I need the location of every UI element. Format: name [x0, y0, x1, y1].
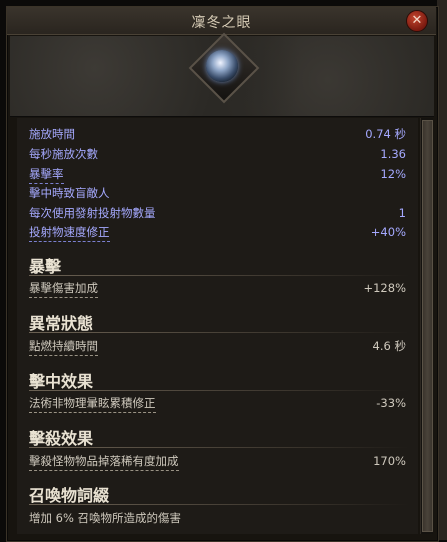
- skill-banner: [10, 32, 434, 117]
- stat-value: 1: [398, 206, 406, 220]
- stat-row: 每秒施放次數 1.36: [29, 145, 406, 163]
- section-row: 增加 6% 召喚物所造成的傷害: [29, 509, 406, 527]
- section-row-value: 170%: [373, 454, 406, 468]
- stat-row: 投射物速度修正 +40%: [29, 223, 406, 242]
- section-row-label[interactable]: 法術非物理暈眩累積修正: [29, 394, 156, 413]
- skill-icon-frame: [188, 32, 260, 104]
- scrollbar-thumb[interactable]: [422, 120, 433, 532]
- stat-value: 12%: [380, 167, 406, 181]
- section-row: 擊殺怪物物品掉落稀有度加成 170%: [29, 452, 406, 471]
- section-title-ailment: 異常狀態: [29, 314, 94, 333]
- section-row-label[interactable]: 點燃持續時間: [29, 337, 98, 356]
- section-divider: [29, 447, 409, 448]
- section-row-label[interactable]: 擊殺怪物物品掉落稀有度加成: [29, 452, 179, 471]
- section-row: 暴擊傷害加成 +128%: [29, 279, 406, 298]
- stat-label: 施放時間: [29, 127, 75, 141]
- section-title-on-kill: 擊殺效果: [29, 429, 94, 448]
- section-row-value: -33%: [376, 396, 406, 410]
- section-title-minion-modifiers: 召喚物詞綴: [29, 486, 110, 505]
- stat-label: 每次使用發射投射物數量: [29, 206, 156, 220]
- stats-panel: 施放時間 0.74 秒 每秒施放次數 1.36 暴擊率 12% 擊中時致盲敵人 …: [17, 118, 418, 534]
- section-divider: [29, 275, 409, 276]
- close-icon: ✕: [411, 13, 423, 28]
- stat-row: 擊中時致盲敵人: [29, 184, 406, 202]
- frost-eye-gem-icon: [206, 50, 238, 82]
- stat-label: 擊中時致盲敵人: [29, 186, 110, 200]
- section-row: 點燃持續時間 4.6 秒: [29, 337, 406, 356]
- section-divider: [29, 390, 409, 391]
- stat-label: 每秒施放次數: [29, 147, 98, 161]
- stat-label[interactable]: 暴擊率: [29, 165, 64, 184]
- stat-value: 0.74 秒: [365, 127, 406, 141]
- stat-value: +40%: [370, 225, 406, 239]
- section-divider: [29, 504, 409, 505]
- scrollbar[interactable]: [420, 118, 433, 534]
- stat-label[interactable]: 投射物速度修正: [29, 223, 110, 242]
- section-row-value: 4.6 秒: [372, 339, 406, 353]
- section-divider: [29, 332, 409, 333]
- close-button[interactable]: ✕: [406, 10, 428, 32]
- section-title-critical: 暴擊: [29, 257, 62, 276]
- window-title: 凜冬之眼: [191, 15, 252, 31]
- section-title-on-hit: 擊中效果: [29, 372, 94, 391]
- section-row-value: +128%: [363, 281, 406, 295]
- stat-row: 暴擊率 12%: [29, 165, 406, 184]
- stat-value: 1.36: [380, 147, 406, 161]
- section-row-label[interactable]: 暴擊傷害加成: [29, 279, 98, 298]
- section-row-label: 增加 6% 召喚物所造成的傷害: [29, 511, 182, 525]
- stat-row: 施放時間 0.74 秒: [29, 125, 406, 143]
- section-row: 法術非物理暈眩累積修正 -33%: [29, 394, 406, 413]
- stat-row: 每次使用發射投射物數量 1: [29, 204, 406, 222]
- window-header: 凜冬之眼 ✕: [7, 7, 436, 35]
